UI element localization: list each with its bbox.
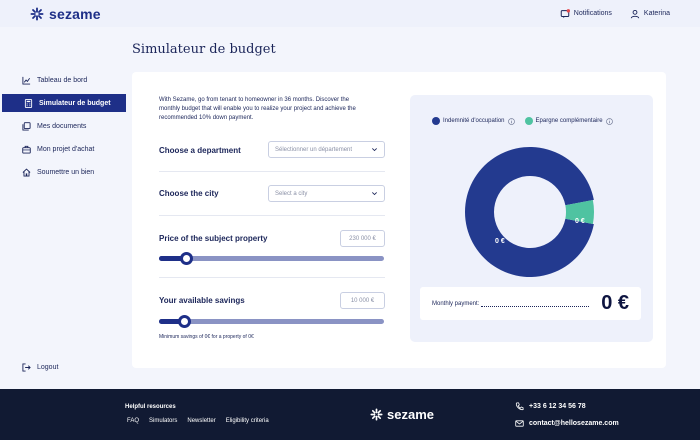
monthly-payment-value: 0 € [601,292,629,314]
chart-icon [22,76,31,85]
price-slider-handle[interactable] [180,252,193,265]
legend-label: Epargne complémentaire [535,118,603,124]
footer-link-eligibility[interactable]: Eligibility criteria [226,418,269,424]
simulator-card: With Sezame, go from tenant to homeowner… [132,72,666,368]
city-label: Choose the city [159,189,219,198]
footer: Helpful resources FAQ Simulators Newslet… [0,389,700,440]
legend-label: Indemnité d'occupation [443,118,505,124]
sidebar-item-documents[interactable]: Mes documents [0,117,126,135]
department-label: Choose a department [159,146,241,155]
info-icon[interactable] [605,117,613,125]
savings-slider-handle[interactable] [177,315,191,328]
savings-slider[interactable] [159,315,384,328]
logout-button[interactable]: Logout [0,358,126,376]
sidebar-item-submit-property[interactable]: Soumettre un bien [0,163,126,181]
sidebar-item-label: Soumettre un bien [37,168,95,176]
sezame-logo-icon [370,408,383,421]
notifications-button[interactable]: Notifications [560,8,612,19]
dotted-leader [481,301,590,307]
logout-label: Logout [37,363,59,371]
helpful-resources-title: Helpful resources [125,404,176,410]
sidebar-item-label: Simulateur de budget [39,99,111,107]
donut-main-label: 0 € [495,238,505,245]
footer-link-faq[interactable]: FAQ [127,418,139,424]
documents-icon [22,121,31,131]
price-slider[interactable] [159,252,384,265]
logout-icon [22,362,31,372]
price-input[interactable]: 230 000 € [340,230,385,247]
footer-links: FAQ Simulators Newsletter Eligibility cr… [127,418,269,424]
monthly-payment-box: Monthly payment: 0 € [420,287,641,320]
user-menu[interactable]: Katerina [630,9,670,19]
footer-brand-logo[interactable]: sezame [370,407,434,422]
mail-icon [515,420,524,427]
donut-small-label: 0 € [575,218,585,225]
legend-item-occupation: Indemnité d'occupation [432,117,515,125]
footer-email-address: contact@hellosezame.com [529,420,619,427]
savings-label: Your available savings [159,296,245,305]
chevron-down-icon [372,148,377,152]
notifications-label: Notifications [573,10,612,17]
sidebar-item-label: Tableau de bord [37,76,88,84]
brand-logo[interactable]: sezame [30,6,101,22]
department-select[interactable]: Sélectionner un département [268,141,385,158]
calculator-icon [24,98,33,108]
home-icon [22,167,31,177]
divider [159,215,385,216]
sidebar-item-dashboard[interactable]: Tableau de bord [0,71,126,89]
sezame-logo-icon [30,6,44,21]
divider [159,277,385,278]
intro-text: With Sezame, go from tenant to homeowner… [159,97,356,121]
briefcase-icon [22,145,31,154]
user-icon [630,9,640,18]
chart-legend: Indemnité d'occupation Epargne complémen… [432,117,613,125]
footer-phone[interactable]: +33 6 12 34 56 78 [515,402,586,411]
footer-email[interactable]: contact@hellosezame.com [515,419,619,428]
brand-name: sezame [49,5,101,22]
footer-brand-name: sezame [387,407,434,422]
city-select[interactable]: Select a city [268,185,385,202]
top-header: sezame Notifications Katerina [0,0,700,27]
footer-link-newsletter[interactable]: Newsletter [187,418,215,424]
sidebar-item-budget-simulator[interactable]: Simulateur de budget [2,94,126,112]
legend-swatch [524,117,533,125]
budget-donut-chart: 0 € 0 € [465,147,594,277]
phone-icon [515,402,524,411]
chevron-down-icon [372,192,377,196]
footer-phone-number: +33 6 12 34 56 78 [529,403,586,410]
city-select-placeholder: Select a city [275,190,308,197]
results-panel: Indemnité d'occupation Epargne complémen… [410,95,653,342]
monthly-payment-label: Monthly payment: [432,300,480,307]
price-label: Price of the subject property [159,234,268,243]
footer-link-simulators[interactable]: Simulators [149,418,177,424]
sidebar-item-label: Mon projet d'achat [37,145,95,153]
sidebar-item-purchase-project[interactable]: Mon projet d'achat [0,140,126,158]
user-name: Katerina [643,10,670,17]
department-select-placeholder: Sélectionner un département [275,146,353,153]
notification-icon [560,8,570,18]
legend-item-savings: Epargne complémentaire [524,117,613,125]
info-icon[interactable] [507,117,515,125]
page-title: Simulateur de budget [132,42,276,57]
savings-input[interactable]: 10 000 € [340,292,385,309]
minimum-savings-note: Minimum savings of 0€ for a property of … [159,334,254,340]
legend-swatch [432,117,440,125]
sidebar-item-label: Mes documents [37,122,87,130]
sidebar: Tableau de bord Simulateur de budget Mes… [0,27,126,389]
divider [159,171,385,172]
